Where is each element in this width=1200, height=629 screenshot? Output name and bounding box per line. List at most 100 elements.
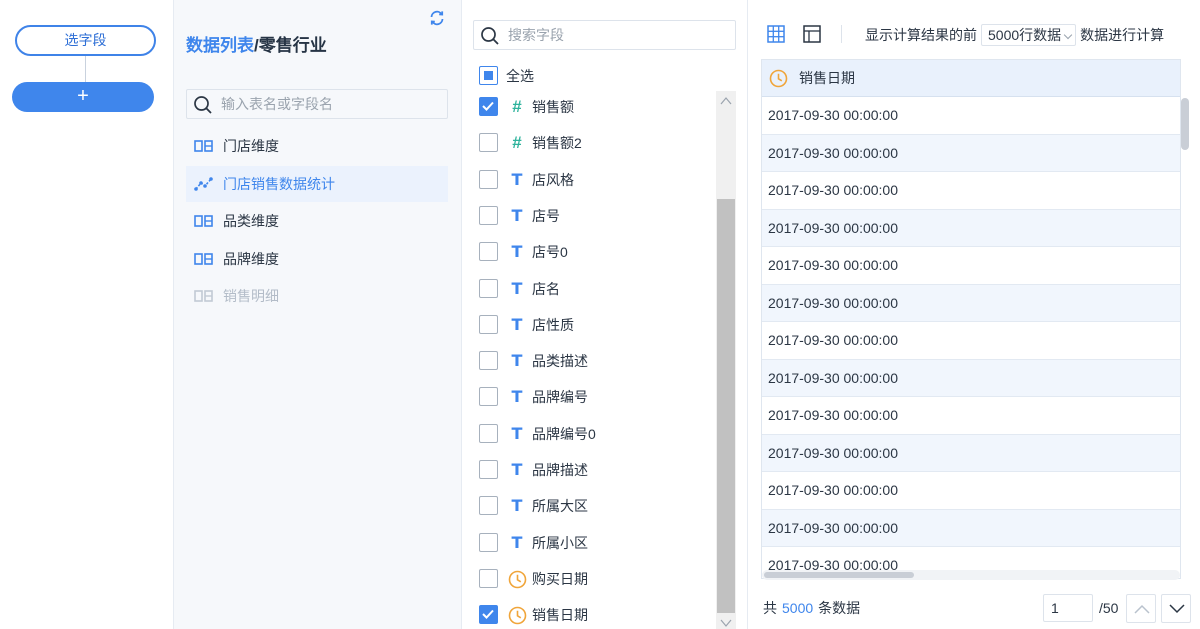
check-icon (482, 610, 494, 620)
table-item-label: 门店销售数据统计 (223, 176, 335, 192)
field-checkbox[interactable] (479, 351, 498, 371)
field-name: 品类描述 (532, 353, 588, 370)
next-page-button[interactable] (1161, 594, 1191, 623)
field-checkbox[interactable] (479, 460, 498, 479)
analysis-table-icon (194, 177, 213, 191)
select-all-checkbox[interactable] (479, 66, 498, 85)
scroll-down-icon[interactable] (720, 618, 732, 628)
table-row: 2017-09-30 00:00:00 (762, 509, 1180, 547)
table-row: 2017-09-30 00:00:00 (762, 209, 1180, 247)
page-number-input[interactable] (1043, 594, 1093, 622)
table-item-category-dimension[interactable]: 品类维度 (186, 203, 448, 239)
field-row[interactable]: T 所属小区 (479, 531, 711, 555)
date-type-icon (507, 606, 527, 625)
table-horizontal-scrollbar[interactable] (762, 570, 1180, 580)
field-search-box[interactable] (473, 20, 736, 50)
table-vertical-scrollbar[interactable] (1181, 96, 1189, 573)
text-type-icon: T (511, 351, 523, 371)
text-type-icon: T (511, 205, 523, 225)
page-total: /50 (1099, 600, 1119, 616)
field-checkbox[interactable] (479, 423, 498, 443)
table-item-store-dimension[interactable]: 门店维度 (186, 128, 448, 164)
scrollbar-thumb[interactable] (717, 199, 735, 613)
field-name: 店号 (532, 207, 560, 224)
field-row[interactable]: T 品牌描述 (479, 458, 711, 482)
field-row[interactable]: # 销售额 (479, 95, 711, 119)
text-type-icon: T (511, 387, 523, 407)
field-row[interactable]: T 店性质 (479, 313, 711, 337)
field-name: 品牌描述 (532, 462, 588, 478)
refresh-icon[interactable] (428, 9, 446, 27)
dimension-table-icon (194, 253, 213, 265)
field-checkbox[interactable] (479, 568, 498, 588)
table-row: 2017-09-30 00:00:00 (762, 284, 1180, 322)
field-checkbox[interactable] (479, 97, 498, 116)
field-checkbox[interactable] (479, 314, 498, 334)
field-row[interactable]: T 店号 (479, 204, 711, 228)
field-checkbox[interactable] (479, 496, 498, 516)
add-step-button[interactable]: + (12, 82, 154, 112)
field-checkbox[interactable] (479, 278, 498, 298)
chevron-down-icon (1169, 604, 1185, 614)
table-item-brand-dimension[interactable]: 品牌维度 (186, 241, 448, 277)
dimension-table-icon (194, 140, 213, 152)
table-search-box[interactable] (186, 89, 448, 119)
field-row[interactable]: T 品牌编号 (479, 385, 711, 409)
field-row[interactable]: 销售日期 (479, 603, 711, 627)
table-row: 2017-09-30 00:00:00 (762, 434, 1180, 472)
field-checkbox[interactable] (479, 169, 498, 189)
text-type-icon: T (511, 460, 523, 479)
table-header-row: 销售日期 (762, 60, 1180, 97)
number-type-icon: # (512, 97, 522, 116)
field-row[interactable]: T 品类描述 (479, 349, 711, 373)
calc-rows-setting: 显示计算结果的前 5000行数据 数据进行计算 (865, 24, 1164, 46)
field-name: 所属小区 (532, 534, 588, 551)
table-item-label: 品类维度 (223, 213, 279, 229)
chevron-up-icon (1134, 604, 1150, 614)
table-search-input[interactable] (221, 94, 441, 114)
table-row: 2017-09-30 00:00:00 (762, 97, 1180, 135)
field-checkbox[interactable] (479, 387, 498, 407)
field-name: 品牌编号0 (532, 425, 596, 442)
field-name: 店性质 (532, 316, 574, 333)
table-item-label: 品牌维度 (223, 251, 279, 267)
field-row[interactable]: T 店风格 (479, 168, 711, 192)
scrollbar-thumb[interactable] (764, 572, 914, 578)
scroll-up-icon[interactable] (720, 96, 732, 106)
table-view-icon[interactable] (767, 25, 785, 43)
field-row[interactable]: T 店名 (479, 277, 711, 301)
previous-page-button[interactable] (1126, 594, 1156, 623)
column-header-sales-date[interactable]: 销售日期 (799, 60, 855, 97)
field-row[interactable]: T 店号0 (479, 240, 711, 264)
scrollbar-thumb[interactable] (1181, 98, 1189, 150)
text-type-icon: T (511, 169, 523, 189)
table-row: 2017-09-30 00:00:00 (762, 247, 1180, 285)
table-row: 2017-09-30 00:00:00 (762, 172, 1180, 210)
table-row: 2017-09-30 00:00:00 (762, 472, 1180, 510)
table-row: 2017-09-30 00:00:00 (762, 359, 1180, 397)
field-checkbox[interactable] (479, 205, 498, 225)
field-checkbox[interactable] (479, 242, 498, 262)
field-checkbox[interactable] (479, 532, 498, 552)
table-item-store-sales-stats[interactable]: 门店销售数据统计 (186, 166, 448, 202)
select-fields-node[interactable]: 选字段 (15, 25, 156, 56)
total-count: 5000 (782, 600, 814, 616)
calc-rows-select[interactable]: 5000行数据 (981, 24, 1077, 46)
field-row[interactable]: 购买日期 (479, 567, 711, 591)
table-row: 2017-09-30 00:00:00 (762, 397, 1180, 435)
flow-panel: 选字段 + (0, 0, 174, 629)
field-row[interactable]: # 销售额2 (479, 131, 711, 155)
layout-view-icon[interactable] (803, 25, 821, 43)
text-type-icon: T (511, 314, 523, 334)
field-row[interactable]: T 品牌编号0 (479, 422, 711, 446)
field-checkbox[interactable] (479, 133, 498, 153)
text-type-icon: T (511, 496, 523, 516)
breadcrumb-root-link[interactable]: 数据列表 (186, 36, 254, 55)
table-list-panel: 数据列表/零售行业 门店维度 门店销售数据统计 (174, 0, 462, 629)
field-name: 销售额2 (532, 135, 582, 152)
field-list-scrollbar[interactable] (716, 91, 736, 629)
field-checkbox[interactable] (479, 605, 498, 625)
field-search-input[interactable] (508, 25, 728, 45)
toolbar-divider (841, 25, 842, 43)
field-row[interactable]: T 所属大区 (479, 494, 711, 518)
